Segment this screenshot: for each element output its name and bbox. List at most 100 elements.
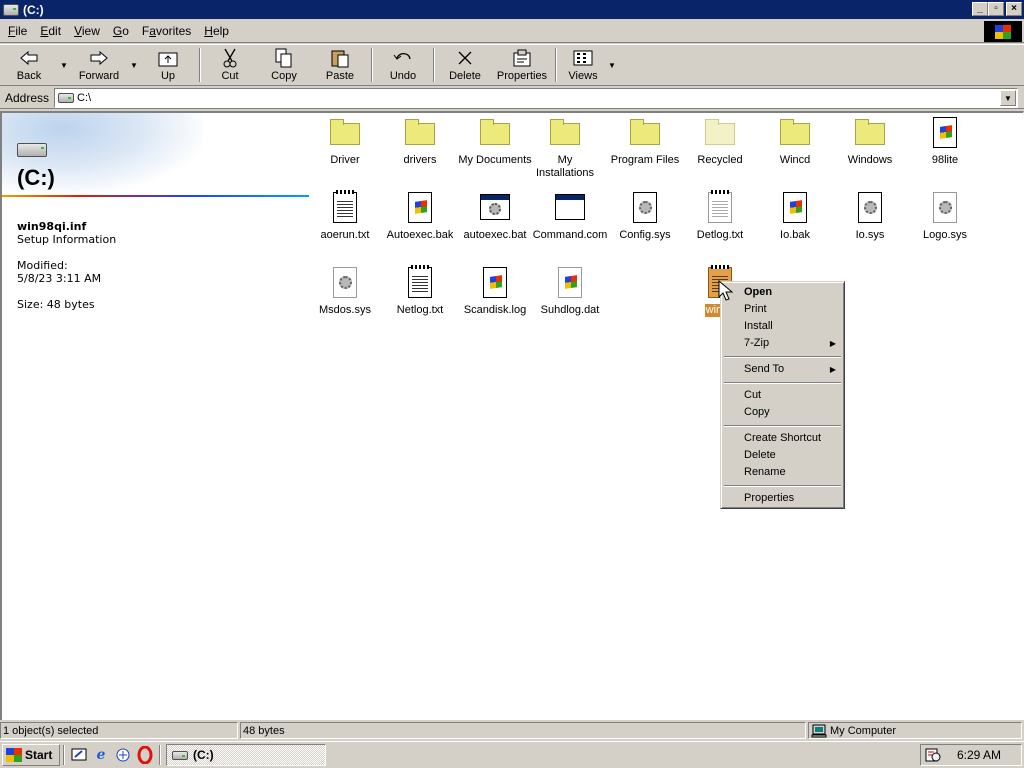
forward-dropdown-icon[interactable]: ▼ xyxy=(128,45,140,85)
file-item[interactable]: Io.bak xyxy=(755,192,835,242)
file-item[interactable]: My Installations xyxy=(530,117,600,180)
file-item[interactable]: Config.sys xyxy=(605,192,685,242)
windows-file-icon xyxy=(929,117,961,149)
opera-icon[interactable] xyxy=(136,746,154,764)
menu-item-send-to[interactable]: Send To ▶ xyxy=(723,361,842,378)
file-item[interactable]: Windows xyxy=(830,117,910,167)
menu-item-create-shortcut[interactable]: Create Shortcut xyxy=(723,430,842,447)
modified-label: Modified: xyxy=(17,259,68,272)
cut-button[interactable]: Cut xyxy=(204,45,256,85)
address-input[interactable]: C:\ ▼ xyxy=(54,88,1018,108)
up-folder-icon xyxy=(157,48,179,68)
menu-item-copy[interactable]: Copy xyxy=(723,404,842,421)
menu-favorites[interactable]: Favorites xyxy=(137,24,196,38)
file-name: win98qi.inf xyxy=(17,220,87,233)
status-size: 48 bytes xyxy=(240,722,806,739)
notepad-icon xyxy=(704,190,736,224)
address-dropdown-icon[interactable]: ▼ xyxy=(1000,90,1016,106)
file-item[interactable]: Suhdlog.dat xyxy=(530,267,610,317)
windows-logo-icon xyxy=(6,748,22,762)
folder-icon xyxy=(854,117,886,149)
folder-icon xyxy=(704,117,736,149)
minimize-button[interactable]: _ xyxy=(972,2,988,16)
file-item[interactable]: Logo.sys xyxy=(905,192,985,242)
folder-icon xyxy=(629,117,661,149)
menu-bar: File Edit View Go Favorites Help xyxy=(0,20,1024,43)
info-panel: (C:) win98qi.inf Setup Information Modif… xyxy=(2,113,310,720)
system-file-icon xyxy=(929,192,961,224)
close-button[interactable]: × xyxy=(1006,2,1022,16)
outlook-express-icon[interactable] xyxy=(114,746,132,764)
menu-item-rename[interactable]: Rename xyxy=(723,464,842,481)
views-dropdown-icon[interactable]: ▼ xyxy=(606,45,618,85)
notepad-icon xyxy=(329,190,361,224)
mouse-cursor-icon xyxy=(718,280,734,301)
menu-item-cut[interactable]: Cut xyxy=(723,387,842,404)
menu-view[interactable]: View xyxy=(69,24,105,38)
file-item[interactable]: Msdos.sys xyxy=(305,267,385,317)
show-desktop-icon[interactable] xyxy=(70,746,88,764)
undo-button[interactable]: Undo xyxy=(376,45,430,85)
status-bar: 1 object(s) selected 48 bytes My Compute… xyxy=(0,721,1024,740)
back-button[interactable]: Back xyxy=(0,45,58,85)
file-item[interactable]: Io.sys xyxy=(830,192,910,242)
folder-view[interactable]: (C:) win98qi.inf Setup Information Modif… xyxy=(0,111,1024,720)
file-item[interactable]: My Documents xyxy=(455,117,535,167)
properties-button[interactable]: Properties xyxy=(492,45,552,85)
file-item[interactable]: Netlog.txt xyxy=(380,265,460,317)
forward-button[interactable]: Forward xyxy=(70,45,128,85)
menu-item-delete[interactable]: Delete xyxy=(723,447,842,464)
internet-explorer-icon[interactable]: e xyxy=(92,746,110,764)
file-item[interactable]: Program Files xyxy=(605,117,685,167)
file-details: win98qi.inf Setup Information Modified: … xyxy=(17,220,116,311)
windows-file-icon xyxy=(779,192,811,224)
file-item[interactable]: Wincd xyxy=(755,117,835,167)
menu-separator xyxy=(723,421,842,430)
back-arrow-icon xyxy=(18,48,40,68)
drive-icon xyxy=(172,750,188,760)
file-item[interactable]: Scandisk.log xyxy=(455,267,535,317)
menu-go[interactable]: Go xyxy=(108,24,134,38)
menu-help[interactable]: Help xyxy=(199,24,234,38)
menu-item-open[interactable]: Open xyxy=(723,284,842,301)
toolbar: Back ▼ Forward ▼ Up Cut Copy Paste Undo … xyxy=(0,44,1024,86)
file-item[interactable]: autoexec.bat xyxy=(455,192,535,242)
file-item[interactable]: Detlog.txt xyxy=(680,190,760,242)
paste-button[interactable]: Paste xyxy=(312,45,368,85)
clock[interactable]: 6:29 AM xyxy=(957,748,1001,762)
menu-item-7zip[interactable]: 7-Zip ▶ xyxy=(723,335,842,352)
drive-icon xyxy=(17,143,47,157)
back-dropdown-icon[interactable]: ▼ xyxy=(58,45,70,85)
system-file-icon xyxy=(329,267,361,299)
start-button[interactable]: Start xyxy=(2,744,60,766)
menu-edit[interactable]: Edit xyxy=(35,24,66,38)
delete-button[interactable]: Delete xyxy=(438,45,492,85)
restore-button[interactable]: ▫ xyxy=(988,2,1004,16)
menu-file[interactable]: File xyxy=(3,24,32,38)
file-item[interactable]: Command.com xyxy=(530,192,610,242)
forward-arrow-icon xyxy=(88,48,110,68)
file-item[interactable]: Autoexec.bak xyxy=(380,192,460,242)
menu-item-properties[interactable]: Properties xyxy=(723,490,842,507)
file-item[interactable]: aoerun.txt xyxy=(305,190,385,242)
scheduler-icon[interactable] xyxy=(925,747,941,763)
scissors-icon xyxy=(219,48,241,68)
title-bar[interactable]: (C:) _ ▫ × xyxy=(0,0,1024,19)
menu-item-print[interactable]: Print xyxy=(723,301,842,318)
taskbar-button-c-drive[interactable]: (C:) xyxy=(166,744,326,766)
file-item[interactable]: 98lite xyxy=(905,117,985,167)
menu-item-install[interactable]: Install xyxy=(723,318,842,335)
taskbar: Start e (C:) 6:29 AM xyxy=(0,741,1024,768)
windows-logo-icon xyxy=(984,21,1022,42)
windows-file-icon xyxy=(554,267,586,299)
system-file-icon xyxy=(629,192,661,224)
copy-button[interactable]: Copy xyxy=(256,45,312,85)
context-menu: Open Print Install 7-Zip ▶ Send To ▶ Cut C… xyxy=(720,281,845,509)
file-item[interactable]: Driver xyxy=(305,117,385,167)
up-button[interactable]: Up xyxy=(140,45,196,85)
file-item[interactable]: drivers xyxy=(380,117,460,167)
file-item[interactable]: Recycled xyxy=(680,117,760,167)
views-button[interactable]: Views xyxy=(560,45,606,85)
status-zone: My Computer xyxy=(808,722,1022,739)
panel-title: (C:) xyxy=(17,165,55,190)
